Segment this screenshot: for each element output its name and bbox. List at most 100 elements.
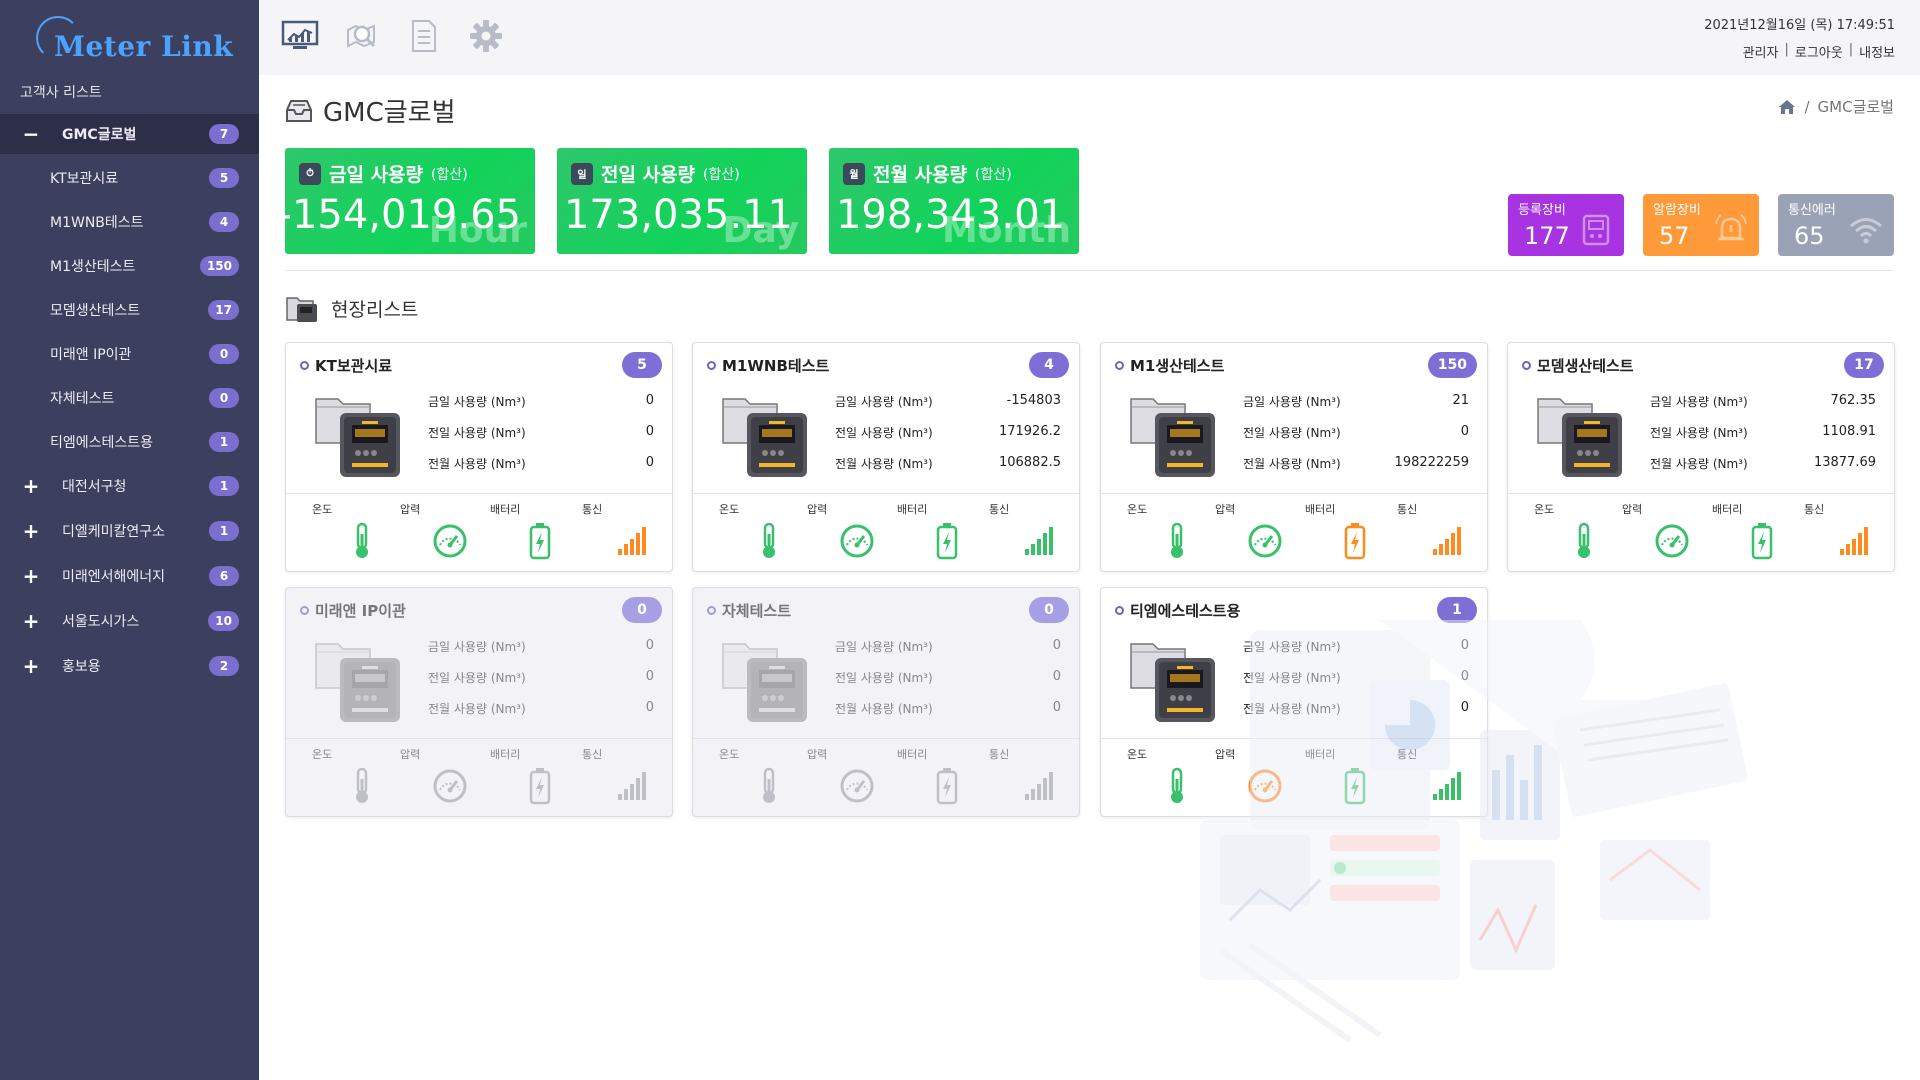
site-device-count-badge: 5 [622, 352, 662, 378]
status-label: 배터리 [490, 503, 521, 516]
search-map-icon[interactable] [343, 18, 381, 54]
sidebar-item-count-badge: 2 [209, 656, 239, 676]
registered-devices-box[interactable]: 등록장비 177 [1508, 194, 1624, 256]
site-name: 자체테스트 [722, 602, 792, 620]
status-icons [1508, 521, 1894, 561]
site-card[interactable]: M1생산테스트 150 금일 사용량 (Nm³) 21 전일 사용량 (Nm³) 0 전월 … [1100, 342, 1488, 572]
usage-label: 전일 사용량 (Nm³) [428, 671, 526, 685]
meter-link-logo[interactable]: Meter Link [36, 16, 233, 72]
status-label: 배터리 [897, 748, 928, 761]
sidebar-item[interactable]: KT보관시료 5 [0, 158, 259, 198]
usage-label: 전월 사용량 (Nm³) [1243, 457, 1341, 471]
comm-error-box[interactable]: 통신에러 65 [1778, 194, 1894, 256]
site-card-title: KT보관시료 [300, 355, 392, 376]
site-card[interactable]: 미래앤 IP이관 0 금일 사용량 (Nm³) 0 전일 사용량 (Nm³) 0 전월 사용… [285, 587, 673, 817]
status-label: 배터리 [490, 748, 521, 761]
sidebar-item[interactable]: + 대전서구청 1 [0, 466, 259, 506]
sidebar-item-label: 미래앤 IP이관 [50, 347, 132, 363]
logo-text: Meter Link [54, 30, 234, 63]
my-info-link[interactable]: 내정보 [1859, 42, 1895, 61]
sidebar-item-label: 모뎀생산테스트 [50, 303, 141, 319]
expand-icon[interactable]: + [22, 654, 40, 678]
sidebar-item[interactable]: + 홍보용 2 [0, 646, 259, 686]
sidebar-item[interactable]: 모뎀생산테스트 17 [0, 290, 259, 330]
pressure-gauge-icon [839, 521, 875, 561]
status-label: 압력 [1215, 503, 1236, 516]
sidebar-item[interactable]: + 미래엔서해에너지 6 [0, 556, 259, 596]
sidebar-item[interactable]: 미래앤 IP이관 0 [0, 334, 259, 374]
pressure-gauge-icon [839, 766, 875, 806]
collapse-icon[interactable]: − [22, 122, 40, 146]
status-icons [286, 521, 672, 561]
sidebar-item[interactable]: + 서울도시가스 10 [0, 601, 259, 641]
expand-icon[interactable]: + [22, 609, 40, 633]
bullet-dot-icon [707, 361, 716, 370]
gas-meter-image [314, 638, 404, 724]
battery-icon [522, 766, 558, 806]
status-label: 통신 [989, 748, 1010, 761]
stat-value: 57 [1659, 222, 1690, 250]
usage-value: 0 [645, 393, 654, 408]
site-list-title: 현장리스트 [285, 292, 418, 324]
sidebar-item-label: M1생산테스트 [50, 259, 136, 275]
calendar-day-icon: 일 [571, 162, 593, 185]
status-icons [693, 766, 1079, 806]
usage-label: 금일 사용량 (Nm³) [835, 395, 933, 409]
monitor-chart-icon[interactable] [281, 18, 319, 54]
alarm-devices-box[interactable]: 알람장비 57 [1643, 194, 1759, 256]
usage-value: 0 [645, 455, 654, 470]
card-divider [286, 738, 672, 739]
usage-label: 전일 사용량 (Nm³) [835, 671, 933, 685]
page-title-text: GMC글로벌 [323, 98, 456, 128]
sidebar-item-count-badge: 4 [209, 212, 239, 232]
gas-meter-image [721, 638, 811, 724]
sidebar-item-count-badge: 1 [209, 476, 239, 496]
expand-icon[interactable]: + [22, 519, 40, 543]
sidebar-item-label: GMC글로벌 [62, 127, 137, 143]
sidebar-item[interactable]: M1생산테스트 150 [0, 246, 259, 286]
site-card[interactable]: KT보관시료 5 금일 사용량 (Nm³) 0 전일 사용량 (Nm³) 0 전월 사용량 … [285, 342, 673, 572]
thermometer-icon [1159, 521, 1195, 561]
logout-link[interactable]: 로그아웃 [1795, 42, 1843, 61]
sidebar-item[interactable]: + 디엘케미칼연구소 1 [0, 511, 259, 551]
thermometer-icon [751, 766, 787, 806]
status-label: 통신 [1804, 503, 1825, 516]
signal-strength-icon [1836, 521, 1872, 561]
site-card[interactable]: 자체테스트 0 금일 사용량 (Nm³) 0 전일 사용량 (Nm³) 0 전월 사용량 (… [692, 587, 1080, 817]
sidebar-item[interactable]: − GMC글로벌 7 [0, 114, 259, 154]
status-label: 통신 [1397, 503, 1418, 516]
pressure-gauge-icon [432, 766, 468, 806]
sidebar-item[interactable]: 자체테스트 0 [0, 378, 259, 418]
usage-value: 0 [1052, 638, 1061, 653]
site-name: 미래앤 IP이관 [315, 602, 406, 620]
usage-value: 198222259 [1394, 455, 1469, 470]
signal-strength-icon [1429, 521, 1465, 561]
sidebar-item-label: 홍보용 [62, 659, 101, 675]
usage-row: 전월 사용량 (Nm³) 106882.5 [835, 455, 1061, 486]
gear-icon[interactable] [467, 18, 505, 54]
summary-suffix: (합산) [703, 166, 740, 183]
site-card[interactable]: 모뎀생산테스트 17 금일 사용량 (Nm³) 762.35 전일 사용량 (Nm³) 1… [1507, 342, 1895, 572]
link-separator: | [1784, 42, 1789, 57]
expand-icon[interactable]: + [22, 564, 40, 588]
document-icon[interactable] [405, 18, 443, 54]
sidebar-item[interactable]: M1WNB테스트 4 [0, 202, 259, 242]
card-divider [1101, 493, 1487, 494]
status-label: 온도 [719, 748, 740, 761]
usage-label: 전일 사용량 (Nm³) [835, 426, 933, 440]
usage-label: 전월 사용량 (Nm³) [835, 457, 933, 471]
usage-rows: 금일 사용량 (Nm³) 762.35 전일 사용량 (Nm³) 1108.91 전월 … [1650, 393, 1876, 486]
link-separator: | [1848, 42, 1854, 57]
usage-value: 762.35 [1830, 393, 1877, 408]
top-bar: 2021년12월16일 (목) 17:49:51 관리자 | 로그아웃 | 내정… [259, 0, 1920, 75]
home-icon[interactable] [1778, 99, 1796, 115]
sidebar-item[interactable]: 티엠에스테스트용 1 [0, 422, 259, 462]
admin-link[interactable]: 관리자 [1743, 42, 1779, 61]
site-card[interactable]: M1WNB테스트 4 금일 사용량 (Nm³) -154803 전일 사용량 (Nm³)… [692, 342, 1080, 572]
signal-strength-icon [1021, 766, 1057, 806]
sidebar-item-count-badge: 6 [209, 566, 239, 586]
bullet-dot-icon [1115, 361, 1124, 370]
breadcrumb: / GMC글로벌 [1778, 96, 1894, 117]
summary-value: -154,019.65 [285, 192, 521, 238]
expand-icon[interactable]: + [22, 474, 40, 498]
